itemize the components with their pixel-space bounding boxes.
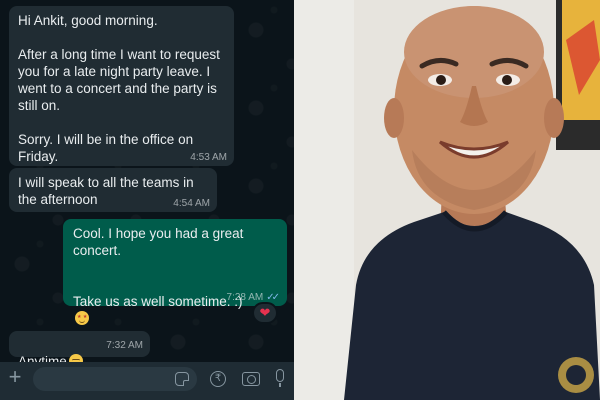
- message-meta: 7:28 AM ✓✓: [227, 292, 280, 303]
- chat-screenshot: Hi Ankit, good morning. After a long tim…: [0, 0, 294, 400]
- message-bubble-incoming[interactable]: Anytime 7:32 AM: [9, 331, 150, 369]
- message-bubble-incoming[interactable]: I will speak to all the teams in the aft…: [9, 168, 217, 212]
- star-struck-emoji-icon: [75, 311, 89, 325]
- message-meta: 7:32 AM: [106, 340, 143, 351]
- message-time: 7:32 AM: [106, 340, 143, 351]
- sticker-icon[interactable]: [175, 372, 189, 386]
- rupee-payment-icon[interactable]: ₹: [210, 371, 226, 387]
- message-text-line1: Cool. I hope you had a great concert.: [73, 226, 244, 258]
- plus-icon[interactable]: +: [6, 366, 24, 388]
- message-bubble-outgoing[interactable]: Cool. I hope you had a great concert. Ta…: [63, 219, 287, 325]
- message-composer-bar: + ₹: [0, 362, 294, 400]
- message-meta: 4:53 AM: [190, 152, 227, 163]
- message-time: 4:53 AM: [190, 152, 227, 163]
- message-text: Hi Ankit, good morning. After a long tim…: [18, 13, 220, 164]
- message-time: 4:54 AM: [173, 198, 210, 209]
- message-time: 7:28 AM: [226, 292, 264, 303]
- message-bubble-incoming[interactable]: Hi Ankit, good morning. After a long tim…: [9, 6, 234, 166]
- message-meta: 4:54 AM: [173, 198, 210, 209]
- portrait-illustration: [294, 0, 600, 400]
- heart-reaction-icon[interactable]: ❤: [252, 302, 278, 324]
- portrait-photo: [294, 0, 600, 400]
- camera-icon[interactable]: [242, 372, 260, 386]
- microphone-icon[interactable]: [276, 369, 284, 387]
- message-text-line2: Take us as well sometime. :): [73, 294, 243, 309]
- message-input[interactable]: [33, 367, 197, 391]
